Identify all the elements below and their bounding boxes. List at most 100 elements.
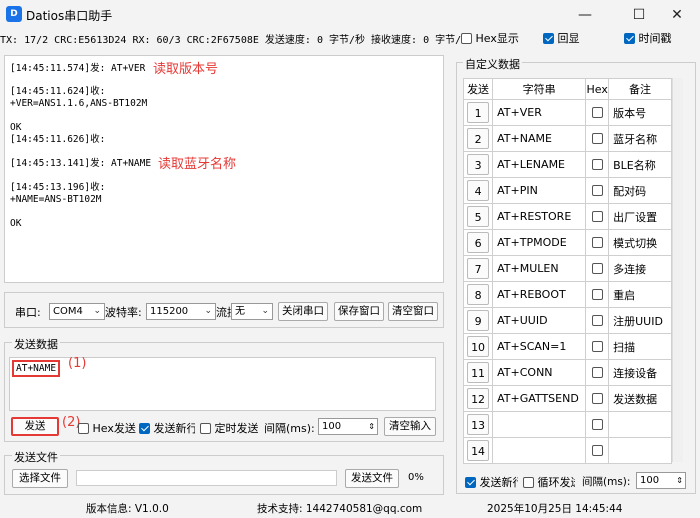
log-line: [14:45:11.624]收: [10, 86, 106, 97]
row-send-cell: 6 [462, 229, 494, 256]
close-icon[interactable]: ✕ [654, 0, 700, 30]
table-row: 11 AT+CONN 连接设备 [462, 359, 672, 386]
row-hex-checkbox[interactable] [591, 315, 603, 326]
row-send-button[interactable]: 9 [467, 310, 490, 331]
send-file-title: 发送文件 [12, 449, 60, 465]
flow-select[interactable]: 无 ⌄ [231, 303, 273, 320]
hex-send-checkbox[interactable]: Hex发送 [78, 420, 136, 436]
close-port-button[interactable]: 关闭串口 [278, 302, 328, 321]
row-note[interactable]: 出厂设置 [608, 203, 672, 230]
row-hex-checkbox[interactable] [591, 263, 603, 274]
send-file-button[interactable]: 发送文件 [345, 469, 399, 488]
choose-file-button[interactable]: 选择文件 [12, 469, 68, 488]
checkbox-icon [461, 33, 472, 44]
log-line: [14:45:13.141]发: AT+NAME [10, 158, 152, 169]
custom-interval-stepper[interactable]: 100 ⇕ [636, 472, 686, 489]
row-command[interactable]: AT+MULEN [492, 255, 587, 282]
row-hex-checkbox[interactable] [591, 419, 603, 430]
row-send-cell: 5 [462, 203, 494, 230]
loop-send-checkbox[interactable]: 循环发送 [523, 474, 575, 490]
row-note[interactable]: 连接设备 [608, 359, 672, 386]
row-command[interactable]: AT+CONN [492, 359, 587, 386]
row-hex-checkbox[interactable] [591, 133, 603, 144]
row-hex-checkbox[interactable] [591, 237, 603, 248]
hex-display-checkbox[interactable]: Hex显示 [461, 30, 519, 46]
row-command[interactable] [492, 411, 587, 438]
file-path-field[interactable] [76, 470, 337, 486]
row-send-button[interactable]: 6 [467, 232, 490, 253]
port-value: COM4 [53, 306, 83, 317]
row-hex-checkbox[interactable] [591, 185, 603, 196]
row-command[interactable]: AT+VER [492, 99, 587, 126]
row-command[interactable]: AT+GATTSEND [492, 385, 587, 412]
row-send-button[interactable]: 11 [467, 362, 490, 383]
row-hex-checkbox[interactable] [591, 107, 603, 118]
row-send-button[interactable]: 8 [467, 284, 490, 305]
echo-checkbox[interactable]: 回显 [543, 30, 580, 46]
row-command[interactable]: AT+NAME [492, 125, 587, 152]
row-send-button[interactable]: 4 [467, 180, 490, 201]
timestamp-checkbox[interactable]: 时间戳 [624, 30, 672, 46]
row-send-button[interactable]: 2 [467, 128, 490, 149]
row-hex-cell [585, 203, 610, 230]
clear-window-button[interactable]: 清空窗口 [388, 302, 438, 321]
save-window-button[interactable]: 保存窗口 [334, 302, 384, 321]
clear-input-button[interactable]: 清空输入 [384, 417, 436, 436]
table-row: 12 AT+GATTSEND 发送数据 [462, 385, 672, 412]
row-send-cell: 10 [462, 333, 494, 360]
baud-select[interactable]: 115200 ⌄ [146, 303, 216, 320]
custom-send-newline-checkbox[interactable]: 发送新行 [465, 474, 518, 490]
row-command[interactable]: AT+LENAME [492, 151, 587, 178]
row-command[interactable]: AT+UUID [492, 307, 587, 334]
stepper-arrows-icon: ⇕ [368, 422, 375, 431]
table-scrollbar[interactable] [672, 78, 683, 462]
row-send-button[interactable]: 14 [467, 440, 490, 461]
row-hex-checkbox[interactable] [591, 367, 603, 378]
timed-send-checkbox[interactable]: 定时发送 [200, 420, 258, 436]
row-note[interactable] [608, 437, 672, 464]
row-command[interactable]: AT+REBOOT [492, 281, 587, 308]
row-command[interactable]: AT+SCAN=1 [492, 333, 587, 360]
row-send-button[interactable]: 12 [467, 388, 490, 409]
timestamp-label: 时间戳 [638, 32, 672, 45]
row-note[interactable]: BLE名称 [608, 151, 672, 178]
row-send-button[interactable]: 3 [467, 154, 490, 175]
receive-area[interactable]: [14:45:11.574]发: AT+VER 读取版本号 [14:45:11.… [4, 55, 444, 283]
minimize-icon[interactable]: — [562, 0, 608, 30]
table-row: 5 AT+RESTORE 出厂设置 [462, 203, 672, 230]
row-note[interactable]: 多连接 [608, 255, 672, 282]
row-hex-checkbox[interactable] [591, 341, 603, 352]
send-newline-checkbox[interactable]: 发送新行 [139, 420, 195, 436]
version-info: 版本信息: V1.0.0 [86, 503, 169, 515]
row-hex-cell [585, 151, 610, 178]
row-hex-checkbox[interactable] [591, 159, 603, 170]
row-command[interactable]: AT+RESTORE [492, 203, 587, 230]
row-note[interactable]: 配对码 [608, 177, 672, 204]
table-row: 7 AT+MULEN 多连接 [462, 255, 672, 282]
row-hex-checkbox[interactable] [591, 211, 603, 222]
port-select[interactable]: COM4 ⌄ [49, 303, 105, 320]
row-note[interactable]: 扫描 [608, 333, 672, 360]
row-note[interactable]: 模式切换 [608, 229, 672, 256]
row-note[interactable]: 重启 [608, 281, 672, 308]
row-command[interactable]: AT+TPMODE [492, 229, 587, 256]
interval-stepper[interactable]: 100 ⇕ [318, 418, 378, 435]
row-send-button[interactable]: 7 [467, 258, 490, 279]
row-hex-checkbox[interactable] [591, 289, 603, 300]
row-send-button[interactable]: 5 [467, 206, 490, 227]
row-send-button[interactable]: 10 [467, 336, 490, 357]
row-send-button[interactable]: 1 [467, 102, 490, 123]
row-send-cell: 12 [462, 385, 494, 412]
row-note[interactable]: 注册UUID [608, 307, 672, 334]
row-hex-checkbox[interactable] [591, 393, 603, 404]
row-hex-checkbox[interactable] [591, 445, 603, 456]
row-note[interactable]: 蓝牙名称 [608, 125, 672, 152]
row-command[interactable]: AT+PIN [492, 177, 587, 204]
row-note[interactable]: 版本号 [608, 99, 672, 126]
row-send-button[interactable]: 13 [467, 414, 490, 435]
row-note[interactable] [608, 411, 672, 438]
send-button[interactable]: 发送 [11, 417, 59, 436]
port-label: 串口: [15, 306, 41, 319]
row-command[interactable] [492, 437, 587, 464]
row-note[interactable]: 发送数据 [608, 385, 672, 412]
